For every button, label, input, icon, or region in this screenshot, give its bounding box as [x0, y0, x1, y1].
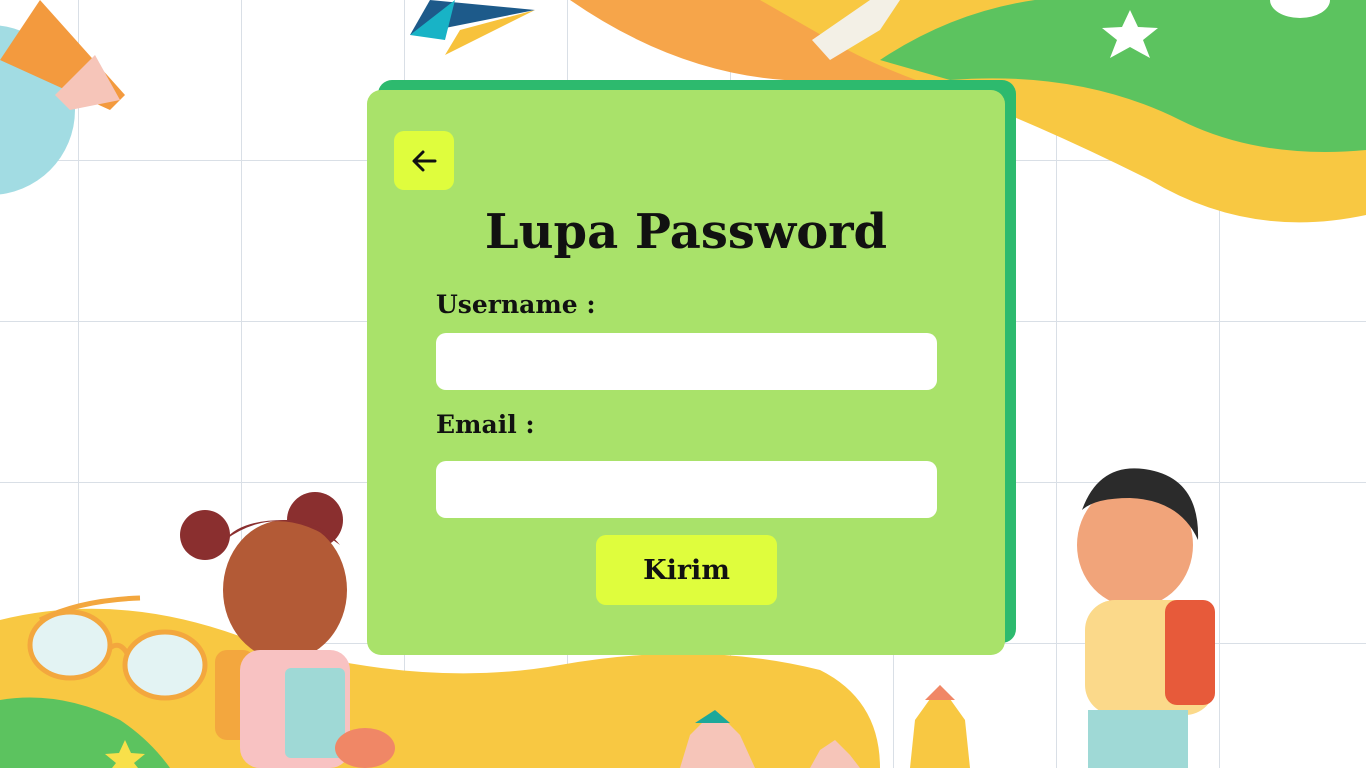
boy-illustration — [1077, 468, 1215, 768]
submit-button[interactable]: Kirim — [596, 535, 777, 605]
username-field[interactable] — [436, 333, 937, 390]
page-title: Lupa Password — [484, 204, 888, 260]
username-label: Username : — [436, 290, 596, 319]
back-button[interactable] — [394, 131, 454, 190]
paper-plane — [410, 0, 535, 55]
email-field[interactable] — [436, 461, 937, 518]
forgot-password-panel: Lupa Password Username : Email : Kirim — [367, 90, 1005, 655]
email-label: Email : — [436, 410, 535, 439]
arrow-left-icon — [412, 150, 437, 171]
